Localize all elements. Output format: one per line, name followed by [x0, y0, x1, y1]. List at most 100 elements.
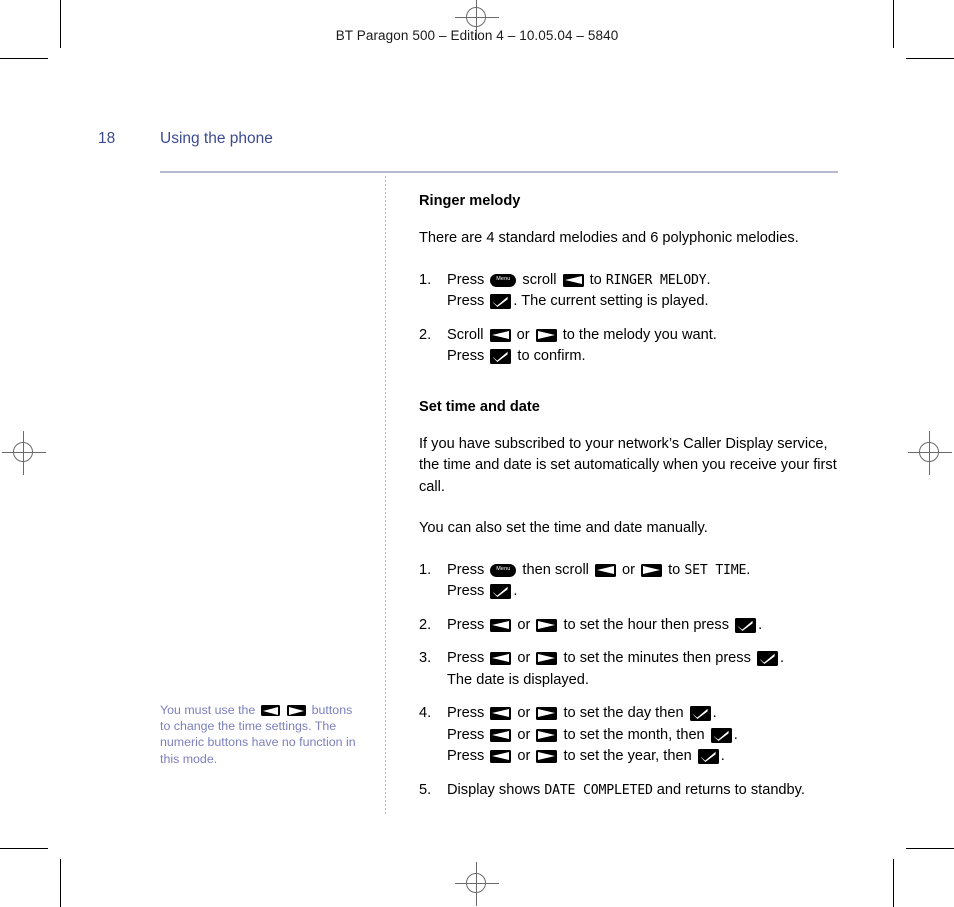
step-line: Press . [447, 581, 839, 603]
scroll-left-key-icon [490, 728, 512, 742]
scroll-left-key-icon [490, 750, 512, 763]
step-item: 2. Press or to set the hour then press . [419, 615, 839, 637]
crop-mark-top-left-horizontal [0, 58, 48, 59]
step-line: Press or to set the minutes then press . [447, 648, 839, 670]
step-item: 2. Scroll or to the melody you want. Press… [419, 325, 839, 368]
step-line: Press or to set the year, then . [447, 746, 839, 768]
arrow-wedge [492, 620, 510, 629]
arrow-wedge [596, 565, 614, 574]
step-text: . [758, 616, 763, 633]
step-number: 2. [419, 616, 432, 633]
scroll-left-key-icon [562, 273, 584, 287]
step-text: The date is displayed. [447, 671, 589, 688]
step-text: . [779, 650, 785, 666]
crop-mark-bottom-right-vertical [893, 859, 894, 907]
step-text: to set the year, then [559, 748, 696, 764]
header-rule [160, 171, 838, 173]
step-text: or [513, 616, 535, 633]
scroll-left-key-icon [260, 705, 280, 716]
menu-key-icon: Menu [490, 273, 517, 287]
scroll-right-key-icon [536, 652, 558, 665]
scroll-right-key-icon [536, 618, 558, 632]
scroll-right-key-icon [536, 707, 558, 720]
crop-mark-bottom-left-horizontal [0, 848, 48, 849]
step-text: . [720, 748, 725, 764]
step-text: to confirm. [513, 348, 586, 364]
step-line: Press to confirm. [447, 346, 839, 368]
menu-key-label: Menu [496, 275, 511, 282]
step-number: 1. [419, 561, 432, 578]
step-text: or [513, 726, 535, 743]
step-text: Display shows [447, 781, 545, 798]
main-content-column: Ringer melody There are 4 standard melodi… [419, 193, 839, 813]
step-text: or [617, 561, 640, 578]
arrow-wedge [538, 752, 556, 760]
step-text: . [746, 561, 751, 578]
display-text: DATE COMPLETED [544, 782, 653, 798]
section-intro-paragraph-secondary: You can also set the time and date manua… [419, 520, 708, 536]
step-text: . [513, 583, 518, 599]
step-text: or [512, 326, 534, 343]
step-text: Press [447, 583, 489, 599]
display-text: SET TIME [684, 562, 747, 578]
confirm-tick-key-icon [490, 584, 512, 599]
registration-ring [466, 873, 486, 893]
crop-mark-bottom-right-horizontal [906, 848, 954, 849]
step-text: to [585, 271, 606, 288]
column-divider [385, 176, 386, 816]
section-intro-paragraph: If you have subscribed to your network’s… [419, 435, 837, 495]
arrow-wedge [538, 730, 556, 739]
step-text: Press [447, 705, 489, 721]
sidebar-note-text: You must use the [160, 703, 259, 717]
crop-mark-top-right-horizontal [906, 58, 954, 59]
scroll-left-key-icon [490, 652, 512, 665]
registration-mark-left [2, 431, 46, 475]
step-line: Display shows DATE COMPLETED and returns… [447, 780, 839, 802]
step-text: Press [447, 650, 489, 666]
arrow-wedge [492, 752, 510, 760]
confirm-tick-key-icon [697, 749, 719, 764]
registration-mark-right [908, 431, 952, 475]
step-text: Press [447, 561, 489, 578]
scroll-left-key-icon [490, 618, 512, 632]
step-line: Press Menu then scroll or to SET TIME. [447, 560, 839, 582]
step-text: Press [447, 271, 489, 288]
confirm-tick-key-icon [710, 727, 732, 743]
arrow-wedge [537, 330, 555, 339]
step-text: or [513, 705, 535, 721]
step-line: Press or to set the day then . [447, 703, 839, 725]
step-text: Press [447, 616, 489, 633]
step-number: 3. [419, 650, 432, 666]
step-list: 1. Press Menu then scroll or to SET TIME.… [419, 560, 839, 802]
registration-ring [13, 442, 33, 462]
registration-ring [466, 7, 486, 27]
confirm-tick-key-icon [735, 617, 757, 633]
step-text: . [733, 726, 738, 743]
step-text: . The current setting is played. [513, 293, 709, 309]
step-number: 5. [419, 781, 432, 798]
section-heading: Ringer melody [419, 193, 521, 209]
step-number: 4. [419, 705, 432, 721]
step-text: and returns to standby. [652, 781, 805, 798]
arrow-wedge [538, 654, 556, 662]
step-text: to set the minutes then press [559, 650, 755, 666]
step-text: . [712, 705, 717, 721]
scroll-right-key-icon [287, 705, 307, 716]
step-number: 2. [419, 326, 432, 343]
step-text: . [706, 271, 711, 288]
step-item: 5. Display shows DATE COMPLETED and retur… [419, 780, 839, 802]
arrow-wedge [538, 709, 556, 717]
step-line: The date is displayed. [447, 670, 839, 692]
step-line: Scroll or to the melody you want. [447, 325, 839, 347]
step-text: to set the day then [559, 705, 688, 721]
page-number: 18 [98, 130, 116, 147]
section-intro-paragraph: There are 4 standard melodies and 6 poly… [419, 230, 799, 246]
step-text: or [513, 650, 535, 666]
scroll-left-key-icon [490, 707, 512, 720]
arrow-wedge [564, 275, 582, 284]
confirm-tick-key-icon [490, 349, 512, 364]
step-text: Press [447, 726, 489, 743]
page-title: Using the phone [160, 130, 273, 147]
step-text: to set the month, then [559, 726, 709, 743]
step-line: Press . The current setting is played. [447, 291, 839, 313]
